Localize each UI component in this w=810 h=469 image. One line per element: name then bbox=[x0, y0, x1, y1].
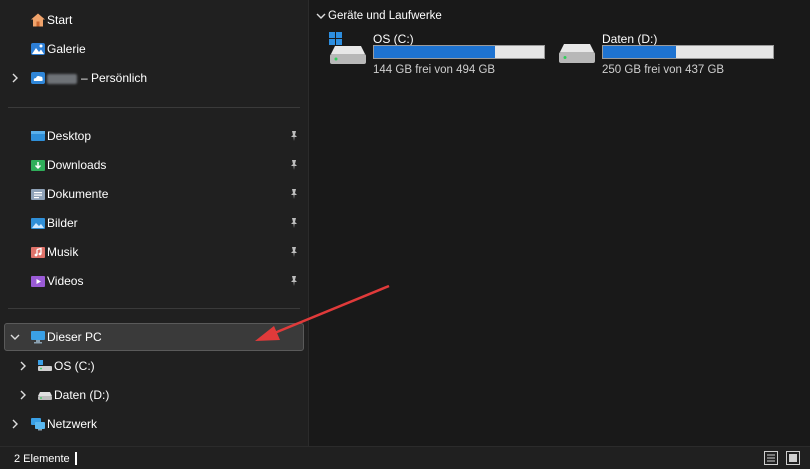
nav-item-documents[interactable]: Dokumente bbox=[4, 180, 304, 208]
pin-icon[interactable] bbox=[288, 275, 300, 287]
system-drive-icon bbox=[329, 32, 366, 64]
nav-item-onedrive-personal[interactable]: – Persönlich bbox=[4, 64, 304, 92]
tiles-view-icon[interactable] bbox=[786, 451, 800, 465]
nav-item-label: Daten (D:) bbox=[54, 388, 110, 402]
chevron-right-icon[interactable] bbox=[18, 390, 28, 400]
drive-usage-bar bbox=[373, 45, 545, 59]
desktop-folder-icon bbox=[31, 131, 45, 141]
chevron-right-icon[interactable] bbox=[10, 419, 20, 429]
navigation-pane: Start Galerie – Persönlich Desktop Downl… bbox=[0, 0, 308, 446]
content-pane: Geräte und Laufwerke OS (C:) 144 GB frei… bbox=[309, 0, 810, 446]
nav-item-network[interactable]: Netzwerk bbox=[4, 410, 304, 438]
drive-tile-c[interactable]: OS (C:) 144 GB frei von 494 GB bbox=[327, 30, 557, 80]
nav-item-gallery[interactable]: Galerie bbox=[4, 35, 304, 63]
drive-label: OS (C:) bbox=[373, 32, 414, 46]
drive-usage-bar bbox=[602, 45, 774, 59]
nav-item-label: Videos bbox=[47, 274, 84, 288]
nav-item-label: Dieser PC bbox=[47, 330, 102, 344]
chevron-down-icon[interactable] bbox=[10, 332, 20, 342]
nav-item-label: Dokumente bbox=[47, 187, 109, 201]
drive-usage-fill bbox=[603, 46, 677, 58]
item-count: 2 Elemente bbox=[14, 453, 70, 465]
network-icon bbox=[31, 418, 45, 431]
nav-item-label: – Persönlich bbox=[81, 71, 148, 85]
nav-item-this-pc[interactable]: Dieser PC bbox=[4, 323, 304, 351]
drive-free-space: 250 GB frei von 437 GB bbox=[602, 64, 725, 76]
nav-item-music[interactable]: Musik bbox=[4, 238, 304, 266]
chevron-right-icon[interactable] bbox=[18, 361, 28, 371]
system-drive-icon bbox=[38, 360, 52, 371]
nav-item-label: Netzwerk bbox=[47, 417, 98, 431]
drive-usage-fill bbox=[374, 46, 495, 58]
text-caret bbox=[75, 452, 77, 465]
pin-icon[interactable] bbox=[288, 159, 300, 171]
gallery-icon bbox=[31, 43, 45, 55]
downloads-folder-icon bbox=[31, 160, 45, 171]
music-folder-icon bbox=[31, 247, 45, 258]
nav-item-drive-d[interactable]: Daten (D:) bbox=[4, 381, 304, 409]
nav-item-label: OS (C:) bbox=[54, 359, 95, 373]
pictures-folder-icon bbox=[31, 218, 45, 229]
documents-folder-icon bbox=[31, 189, 45, 200]
chevron-right-icon[interactable] bbox=[10, 73, 20, 83]
nav-item-drive-c[interactable]: OS (C:) bbox=[4, 352, 304, 380]
details-view-icon[interactable] bbox=[764, 451, 778, 465]
nav-item-label: Galerie bbox=[47, 42, 86, 56]
computer-icon bbox=[31, 331, 45, 344]
pin-icon[interactable] bbox=[288, 217, 300, 229]
home-icon bbox=[31, 13, 45, 27]
pin-icon[interactable] bbox=[288, 188, 300, 200]
sidebar-divider bbox=[8, 107, 300, 108]
drive-label: Daten (D:) bbox=[602, 32, 658, 46]
nav-item-label: Start bbox=[47, 13, 73, 27]
nav-item-pictures[interactable]: Bilder bbox=[4, 209, 304, 237]
pin-icon[interactable] bbox=[288, 130, 300, 142]
nav-item-desktop[interactable]: Desktop bbox=[4, 122, 304, 150]
nav-item-label: Musik bbox=[47, 245, 79, 259]
pin-icon[interactable] bbox=[288, 246, 300, 258]
drive-icon bbox=[559, 44, 595, 63]
chevron-down-icon[interactable] bbox=[316, 12, 326, 20]
nav-item-start[interactable]: Start bbox=[4, 6, 304, 34]
status-bar: 2 Elemente bbox=[0, 446, 810, 469]
drive-icon bbox=[38, 392, 52, 400]
nav-item-downloads[interactable]: Downloads bbox=[4, 151, 304, 179]
nav-item-label: Downloads bbox=[47, 158, 107, 172]
nav-item-label: Desktop bbox=[47, 129, 92, 143]
sidebar-divider bbox=[8, 308, 300, 309]
onedrive-cloud-icon bbox=[31, 72, 45, 84]
section-title: Geräte und Laufwerke bbox=[328, 10, 442, 22]
nav-item-label: Bilder bbox=[47, 216, 78, 230]
drive-tile-d[interactable]: Daten (D:) 250 GB frei von 437 GB bbox=[556, 30, 786, 80]
videos-folder-icon bbox=[31, 276, 45, 287]
nav-item-videos[interactable]: Videos bbox=[4, 267, 304, 295]
drive-free-space: 144 GB frei von 494 GB bbox=[373, 64, 496, 76]
redacted-account-name bbox=[47, 73, 77, 84]
